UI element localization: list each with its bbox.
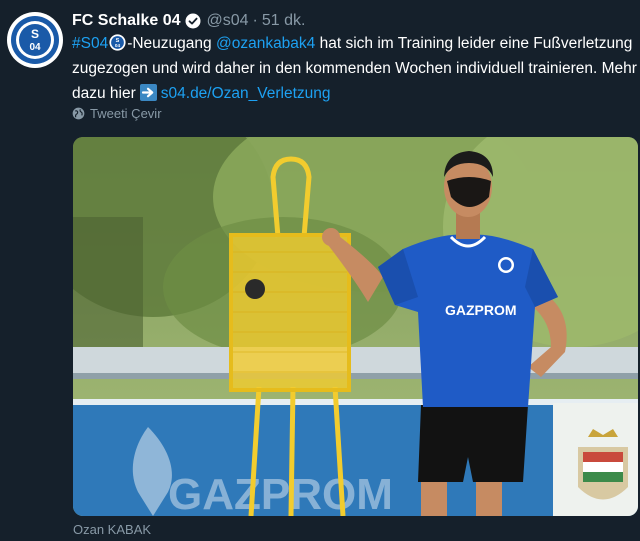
hashtag-link[interactable]: #S04: [72, 35, 108, 52]
tweet-text-part1: -Neuzugang: [127, 35, 216, 52]
handle[interactable]: @s04: [207, 12, 249, 30]
jersey-sponsor-text: GAZPROM: [445, 302, 517, 318]
sponsor-banner-text: GAZPROM: [168, 470, 393, 516]
svg-text:S: S: [31, 27, 39, 41]
translate-label: Tweeti Çevir: [90, 106, 162, 121]
avatar[interactable]: S 04: [7, 12, 63, 68]
globe-icon: [72, 107, 85, 120]
mention-link[interactable]: @ozankabak4: [216, 35, 315, 52]
tweet-header: FC Schalke 04 @s04 · 51 dk.: [72, 10, 305, 32]
tweet-text: #S04 S 04 -Neuzugang @ozankabak4 hat sic…: [72, 31, 637, 106]
tweet-photo[interactable]: GAZPROM GAZPROM: [73, 137, 638, 516]
tweet: S 04 FC Schalke 04 @s04 · 51 dk. #S04 S …: [0, 0, 640, 541]
url-link[interactable]: s04.de/Ozan_Verletzung: [161, 85, 331, 102]
schalke-logo-icon: S 04: [11, 16, 59, 64]
photo-caption: Ozan KABAK: [73, 522, 152, 537]
schalke-emoji-icon: S 04: [109, 34, 126, 51]
separator-dot: ·: [252, 12, 258, 29]
mannequin-badge: [245, 279, 265, 299]
translate-tweet-button[interactable]: Tweeti Çevir: [72, 106, 162, 121]
right-arrow-emoji-icon: [139, 84, 157, 101]
svg-text:04: 04: [29, 42, 41, 53]
svg-text:04: 04: [115, 43, 121, 48]
display-name[interactable]: FC Schalke 04: [72, 12, 181, 30]
verified-badge-icon: [185, 13, 201, 29]
training-photo: GAZPROM GAZPROM: [73, 137, 638, 516]
timestamp[interactable]: 51 dk.: [262, 12, 306, 30]
